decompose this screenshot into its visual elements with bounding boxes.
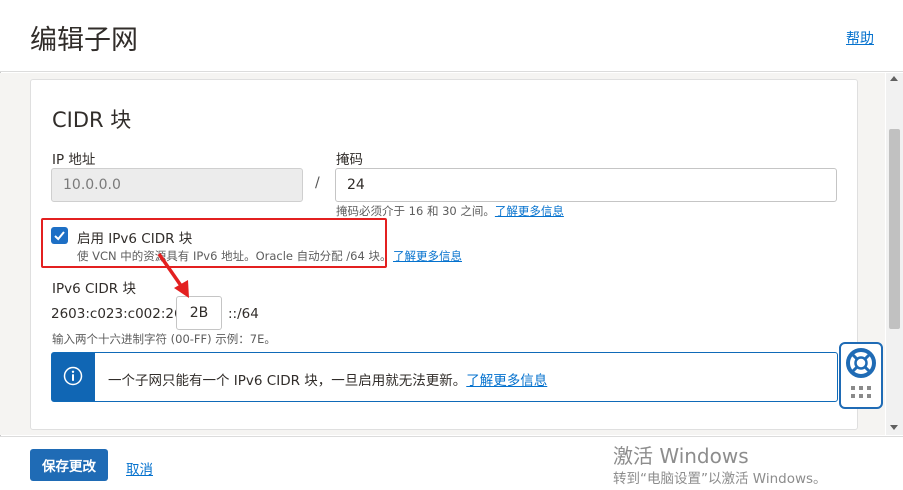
info-banner-text: 一个子网只能有一个 IPv6 CIDR 块，一旦启用就无法更新。了解更多信息 (108, 369, 547, 389)
page-title: 编辑子网 (30, 25, 138, 56)
mask-input[interactable]: 24 (335, 168, 837, 202)
activation-watermark-subtitle: 转到“电脑设置”以激活 Windows。 (613, 471, 827, 487)
info-banner-message: 一个子网只能有一个 IPv6 CIDR 块，一旦启用就无法更新。 (108, 373, 467, 389)
info-icon (63, 366, 83, 386)
info-banner-strip (52, 353, 95, 401)
mask-label: 掩码 (336, 152, 363, 168)
info-banner: 一个子网只能有一个 IPv6 CIDR 块，一旦启用就无法更新。了解更多信息 (51, 352, 838, 402)
mask-hint-text: 掩码必须介于 16 和 30 之间。 (336, 204, 495, 218)
activation-watermark-title: 激活 Windows (613, 444, 749, 468)
scrollbar-thumb[interactable] (889, 129, 900, 329)
ipv6-learn-more-link[interactable]: 了解更多信息 (393, 249, 462, 263)
save-changes-button[interactable]: 保存更改 (30, 449, 108, 481)
info-banner-learn-more-link[interactable]: 了解更多信息 (466, 373, 547, 389)
panel-footer: 保存更改 取消 激活 Windows 转到“电脑设置”以激活 Windows。 (0, 436, 903, 490)
lifebuoy-icon (846, 348, 876, 398)
cidr-card: CIDR 块 IP 地址 10.0.0.0 / 掩码 24 掩码必须介于 16 … (30, 79, 858, 430)
ipv6-segment-input[interactable]: 2B (176, 296, 222, 330)
panel-header: 编辑子网 帮助 (0, 0, 903, 72)
mask-hint: 掩码必须介于 16 和 30 之间。了解更多信息 (336, 203, 564, 219)
vertical-scrollbar[interactable] (886, 73, 903, 435)
help-link[interactable]: 帮助 (846, 28, 874, 48)
ipv6-suffix: ::/64 (228, 306, 259, 322)
separator-slash: / (315, 175, 320, 191)
ipv6-prefix: 2603:c023:c002:26 (51, 306, 183, 322)
ipv6-learn-more: 了解更多信息 (393, 248, 462, 264)
panel-body: CIDR 块 IP 地址 10.0.0.0 / 掩码 24 掩码必须介于 16 … (0, 73, 885, 435)
annotation-highlight-box (41, 218, 387, 268)
scroll-up-arrow-icon[interactable] (890, 76, 898, 81)
scroll-down-arrow-icon[interactable] (890, 425, 898, 430)
ip-address-input: 10.0.0.0 (51, 168, 303, 202)
section-title: CIDR 块 (52, 108, 132, 132)
ipv6-cidr-label: IPv6 CIDR 块 (52, 281, 136, 297)
help-widget-button[interactable] (839, 342, 883, 409)
ipv6-segment-hint: 输入两个十六进制字符 (00-FF) 示例：7E。 (52, 332, 276, 346)
mask-learn-more-link[interactable]: 了解更多信息 (495, 204, 564, 218)
ip-address-label: IP 地址 (52, 152, 96, 168)
cancel-link[interactable]: 取消 (126, 458, 153, 478)
